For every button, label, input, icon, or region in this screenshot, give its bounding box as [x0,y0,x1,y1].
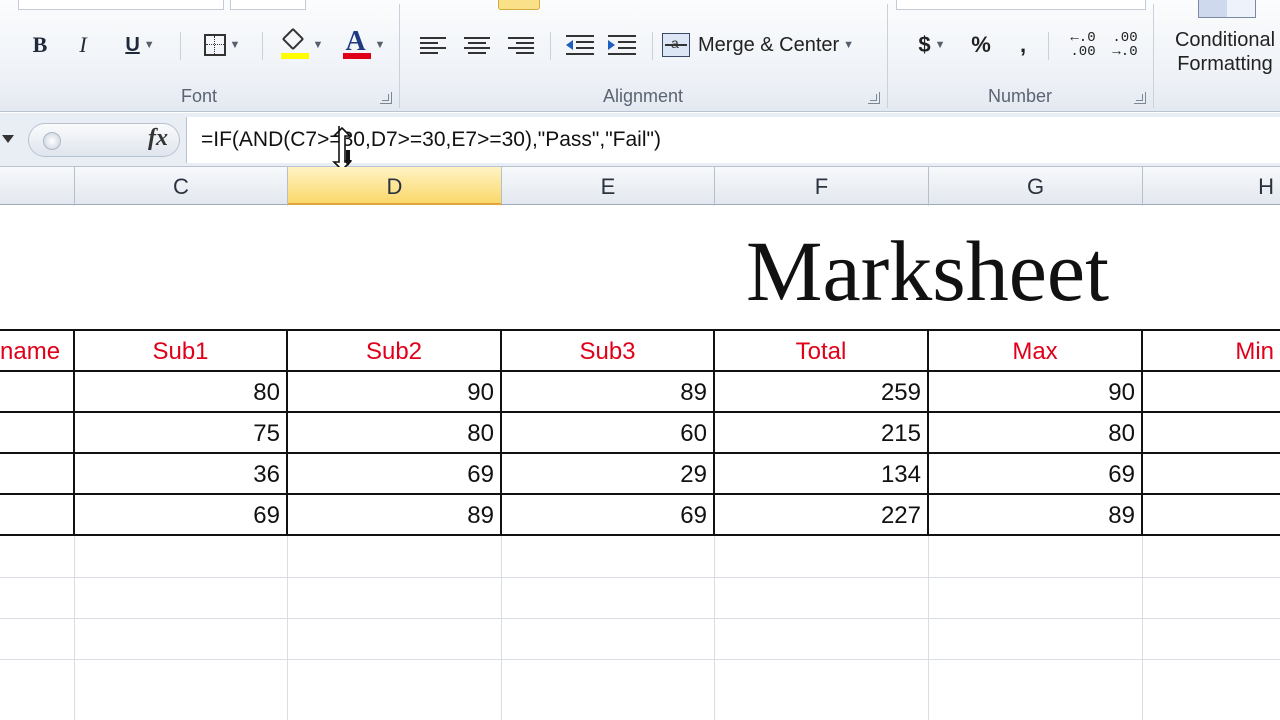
chevron-down-icon[interactable]: ▼ [230,39,241,51]
alignment-group-label: Alignment [602,86,684,106]
paint-bucket-icon [280,27,309,61]
align-center-icon [464,35,490,55]
header-cell-sub2[interactable]: Sub2 [288,331,500,372]
divider [652,32,653,60]
currency-button[interactable]: $ ▼ [904,28,960,62]
header-cell-name[interactable]: name [0,331,60,372]
insert-function-icon[interactable]: fx [148,125,168,152]
decrease-indent-icon [566,34,594,56]
italic-button[interactable]: I [68,28,98,62]
table-cell[interactable]: 90 [929,372,1141,413]
increase-indent-icon [608,34,636,56]
decrease-decimal-button[interactable]: .00 →.0 [1108,28,1142,62]
number-dialog-launcher-icon[interactable] [1134,92,1146,104]
font-group: B I U ▼ ▼ ▼ A ▼ Font [0,0,398,112]
bold-button[interactable]: B [24,28,56,62]
decrease-decimal-icon: .00 →.0 [1112,30,1138,60]
table-cell[interactable]: 80 [288,413,500,454]
divider [180,32,181,60]
column-header-b[interactable] [0,167,75,205]
align-right-button[interactable] [504,28,538,62]
increase-decimal-icon: ←.0 .00 [1070,30,1096,60]
fill-color-button[interactable]: ▼ [274,27,330,62]
column-header-e[interactable]: E [502,167,715,205]
table-cell[interactable]: 69 [288,454,500,495]
table-cell[interactable]: 75 [75,413,286,454]
table-cell[interactable]: 227 [715,495,927,536]
table-cell[interactable]: 90 [288,372,500,413]
group-divider [1153,4,1154,108]
percent-button[interactable]: % [966,28,996,62]
column-header-d[interactable]: D [288,167,502,205]
column-header-f[interactable]: F [715,167,929,205]
chevron-down-icon[interactable]: ▼ [375,39,386,51]
table-cell[interactable]: 80 [929,413,1141,454]
table-cell[interactable]: 80 [75,372,286,413]
formula-bar: fx =IF(AND(C7>=30,D7>=30,E7>=30),"Pass",… [0,113,1280,167]
comma-style-button[interactable]: , [1010,28,1036,62]
header-cell-sub1[interactable]: Sub1 [75,331,286,372]
name-box-dropdown-icon[interactable] [2,135,14,143]
number-group: $ ▼ % , ←.0 .00 .00 →.0 Number [888,0,1152,112]
column-header-h[interactable]: H [1143,167,1280,205]
fill-color-swatch [280,53,309,59]
table-cell[interactable]: 89 [502,372,713,413]
borders-button[interactable]: ▼ [194,28,250,62]
divider [262,32,263,60]
chevron-down-icon[interactable]: ▼ [935,39,946,51]
align-right-icon [508,35,534,55]
increase-indent-button[interactable] [604,28,640,62]
table-cell[interactable]: 69 [75,495,286,536]
divider [550,32,551,60]
font-color-button[interactable]: A ▼ [336,26,392,62]
table-cell[interactable]: 60 [502,413,713,454]
align-center-button[interactable] [460,28,494,62]
merge-center-label: Merge & Center [698,33,840,56]
underline-button[interactable]: U ▼ [112,28,168,62]
table-cell[interactable]: 215 [715,413,927,454]
font-group-label: Font [180,86,218,106]
font-dialog-launcher-icon[interactable] [380,92,392,104]
underline-letter: U [125,33,140,56]
table-cell[interactable]: 69 [502,495,713,536]
number-group-label: Number [987,86,1053,106]
divider [1048,32,1049,60]
chevron-down-icon[interactable]: ▼ [843,39,854,51]
currency-icon: $ [918,32,931,57]
borders-icon [203,34,226,56]
chevron-down-icon[interactable]: ▼ [313,39,324,51]
table-cell[interactable]: 36 [75,454,286,495]
increase-decimal-button[interactable]: ←.0 .00 [1066,28,1100,62]
conditional-formatting-icon[interactable] [1198,0,1256,18]
chevron-down-icon[interactable]: ▼ [144,39,155,51]
table-cell[interactable]: 29 [502,454,713,495]
merge-cells-icon [662,33,690,57]
alignment-group: Merge & Center ▼ Alignment [400,0,886,112]
header-cell-max[interactable]: Max [929,331,1141,372]
column-header-c[interactable]: C [75,167,288,205]
table-cell[interactable]: 259 [715,372,927,413]
column-headers: C D E F G H [0,167,1280,205]
decrease-indent-button[interactable] [562,28,598,62]
font-color-swatch [342,53,371,59]
font-color-icon: A [342,26,371,61]
table-cell[interactable]: 89 [288,495,500,536]
header-cell-min[interactable]: Min [1143,331,1274,372]
table-cell[interactable]: 89 [929,495,1141,536]
align-left-icon [420,35,446,55]
table-cell[interactable]: 69 [929,454,1141,495]
ribbon: B I U ▼ ▼ ▼ A ▼ Font a Merge & Center ▼ … [0,0,1280,112]
header-cell-total[interactable]: Total [715,331,927,372]
conditional-formatting-button[interactable]: Conditional Formatting [1160,28,1280,76]
merge-center-button[interactable]: Merge & Center ▼ [662,28,876,62]
header-cell-sub3[interactable]: Sub3 [502,331,713,372]
align-left-button[interactable] [416,28,450,62]
sheet-title: Marksheet [746,223,1109,319]
alignment-dialog-launcher-icon[interactable] [868,92,880,104]
column-header-g[interactable]: G [929,167,1143,205]
table-cell[interactable]: 134 [715,454,927,495]
